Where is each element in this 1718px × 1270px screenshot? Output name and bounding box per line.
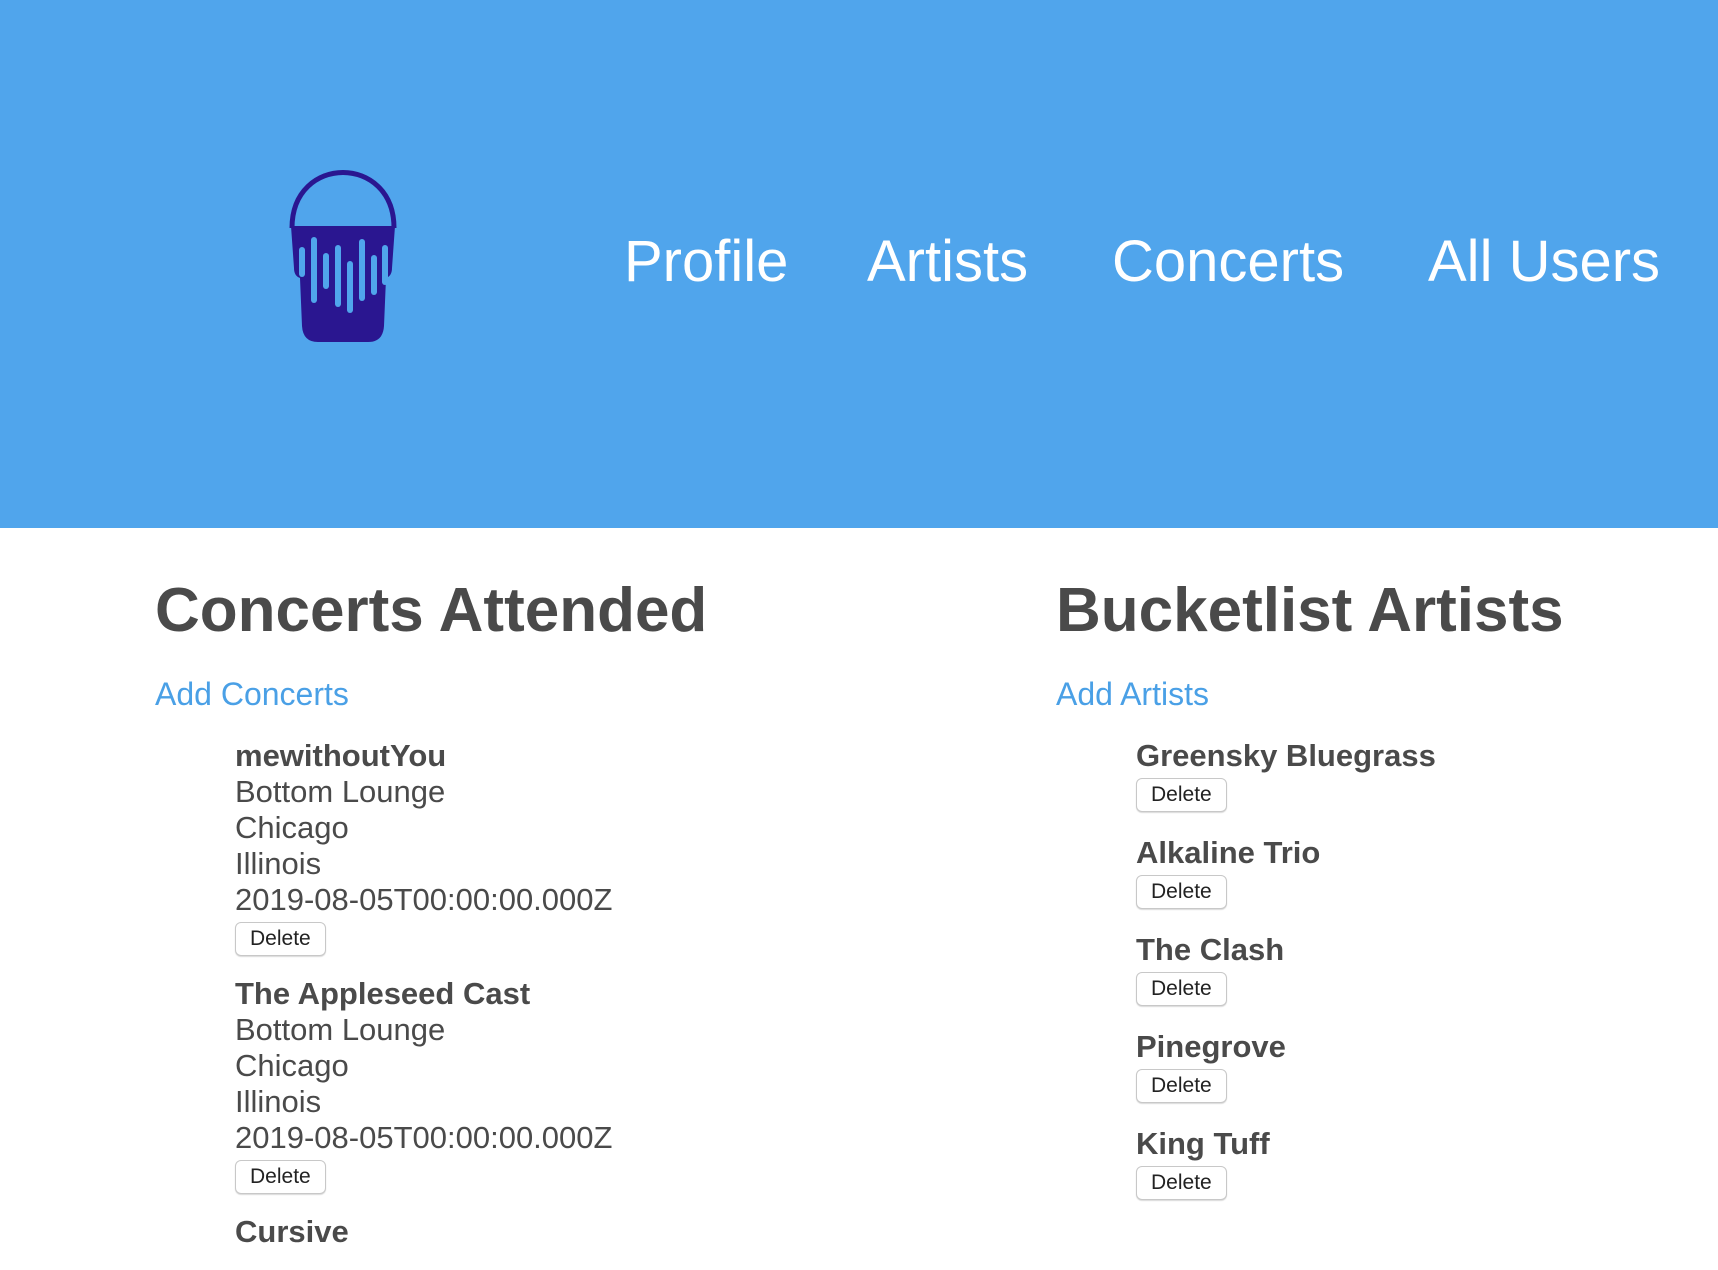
artist-name: Pinegrove	[1136, 1029, 1286, 1064]
nav-profile-link[interactable]: Profile	[624, 222, 788, 302]
artist-name: King Tuff	[1136, 1126, 1270, 1161]
artist-item: Greensky Bluegrass Delete	[1136, 738, 1696, 812]
bucketlist-artists-heading: Bucketlist Artists	[1056, 576, 1564, 645]
delete-artist-button[interactable]: Delete	[1136, 972, 1227, 1006]
concert-artist: Cursive	[235, 1214, 349, 1249]
concert-state: Illinois	[235, 846, 322, 881]
delete-artist-button[interactable]: Delete	[1136, 778, 1227, 812]
concerts-list: mewithoutYou Bottom Lounge Chicago Illin…	[235, 738, 955, 1250]
artist-name: The Clash	[1136, 932, 1285, 967]
delete-artist-button[interactable]: Delete	[1136, 1069, 1227, 1103]
site-header: Profile Artists Concerts All Users	[0, 0, 1718, 528]
concert-date: 2019-08-05T00:00:00.000Z	[235, 882, 613, 917]
add-artists-link[interactable]: Add Artists	[1056, 672, 1696, 716]
concert-artist: The Appleseed Cast	[235, 976, 531, 1011]
add-concerts-link[interactable]: Add Concerts	[155, 672, 955, 716]
artist-item: Pinegrove Delete	[1136, 1029, 1696, 1103]
concert-item: Cursive	[235, 1214, 955, 1250]
delete-concert-button[interactable]: Delete	[235, 922, 326, 956]
artist-item: King Tuff Delete	[1136, 1126, 1696, 1200]
nav-concerts-link[interactable]: Concerts	[1112, 222, 1344, 302]
concerts-attended-heading: Concerts Attended	[155, 576, 708, 645]
concert-item: mewithoutYou Bottom Lounge Chicago Illin…	[235, 738, 955, 956]
main-nav: Profile Artists Concerts All Users	[0, 222, 1718, 302]
artist-item: The Clash Delete	[1136, 932, 1696, 1006]
artists-list: Greensky Bluegrass Delete Alkaline Trio …	[1136, 738, 1696, 1200]
concert-city: Chicago	[235, 1048, 349, 1083]
artist-item: Alkaline Trio Delete	[1136, 835, 1696, 909]
delete-artist-button[interactable]: Delete	[1136, 1166, 1227, 1200]
concert-venue: Bottom Lounge	[235, 1012, 446, 1047]
concert-date: 2019-08-05T00:00:00.000Z	[235, 1120, 613, 1155]
nav-artists-link[interactable]: Artists	[867, 222, 1028, 302]
nav-all-users-link[interactable]: All Users	[1428, 222, 1660, 302]
concert-city: Chicago	[235, 810, 349, 845]
delete-artist-button[interactable]: Delete	[1136, 875, 1227, 909]
concert-venue: Bottom Lounge	[235, 774, 446, 809]
artist-name: Alkaline Trio	[1136, 835, 1321, 870]
artist-name: Greensky Bluegrass	[1136, 738, 1436, 773]
delete-concert-button[interactable]: Delete	[235, 1160, 326, 1194]
concert-artist: mewithoutYou	[235, 738, 447, 773]
concert-item: The Appleseed Cast Bottom Lounge Chicago…	[235, 976, 955, 1194]
concerts-attended-section: Concerts Attended Add Concerts mewithout…	[155, 570, 955, 1270]
bucketlist-artists-section: Bucketlist Artists Add Artists Greensky …	[1056, 570, 1696, 1223]
concert-state: Illinois	[235, 1084, 322, 1119]
